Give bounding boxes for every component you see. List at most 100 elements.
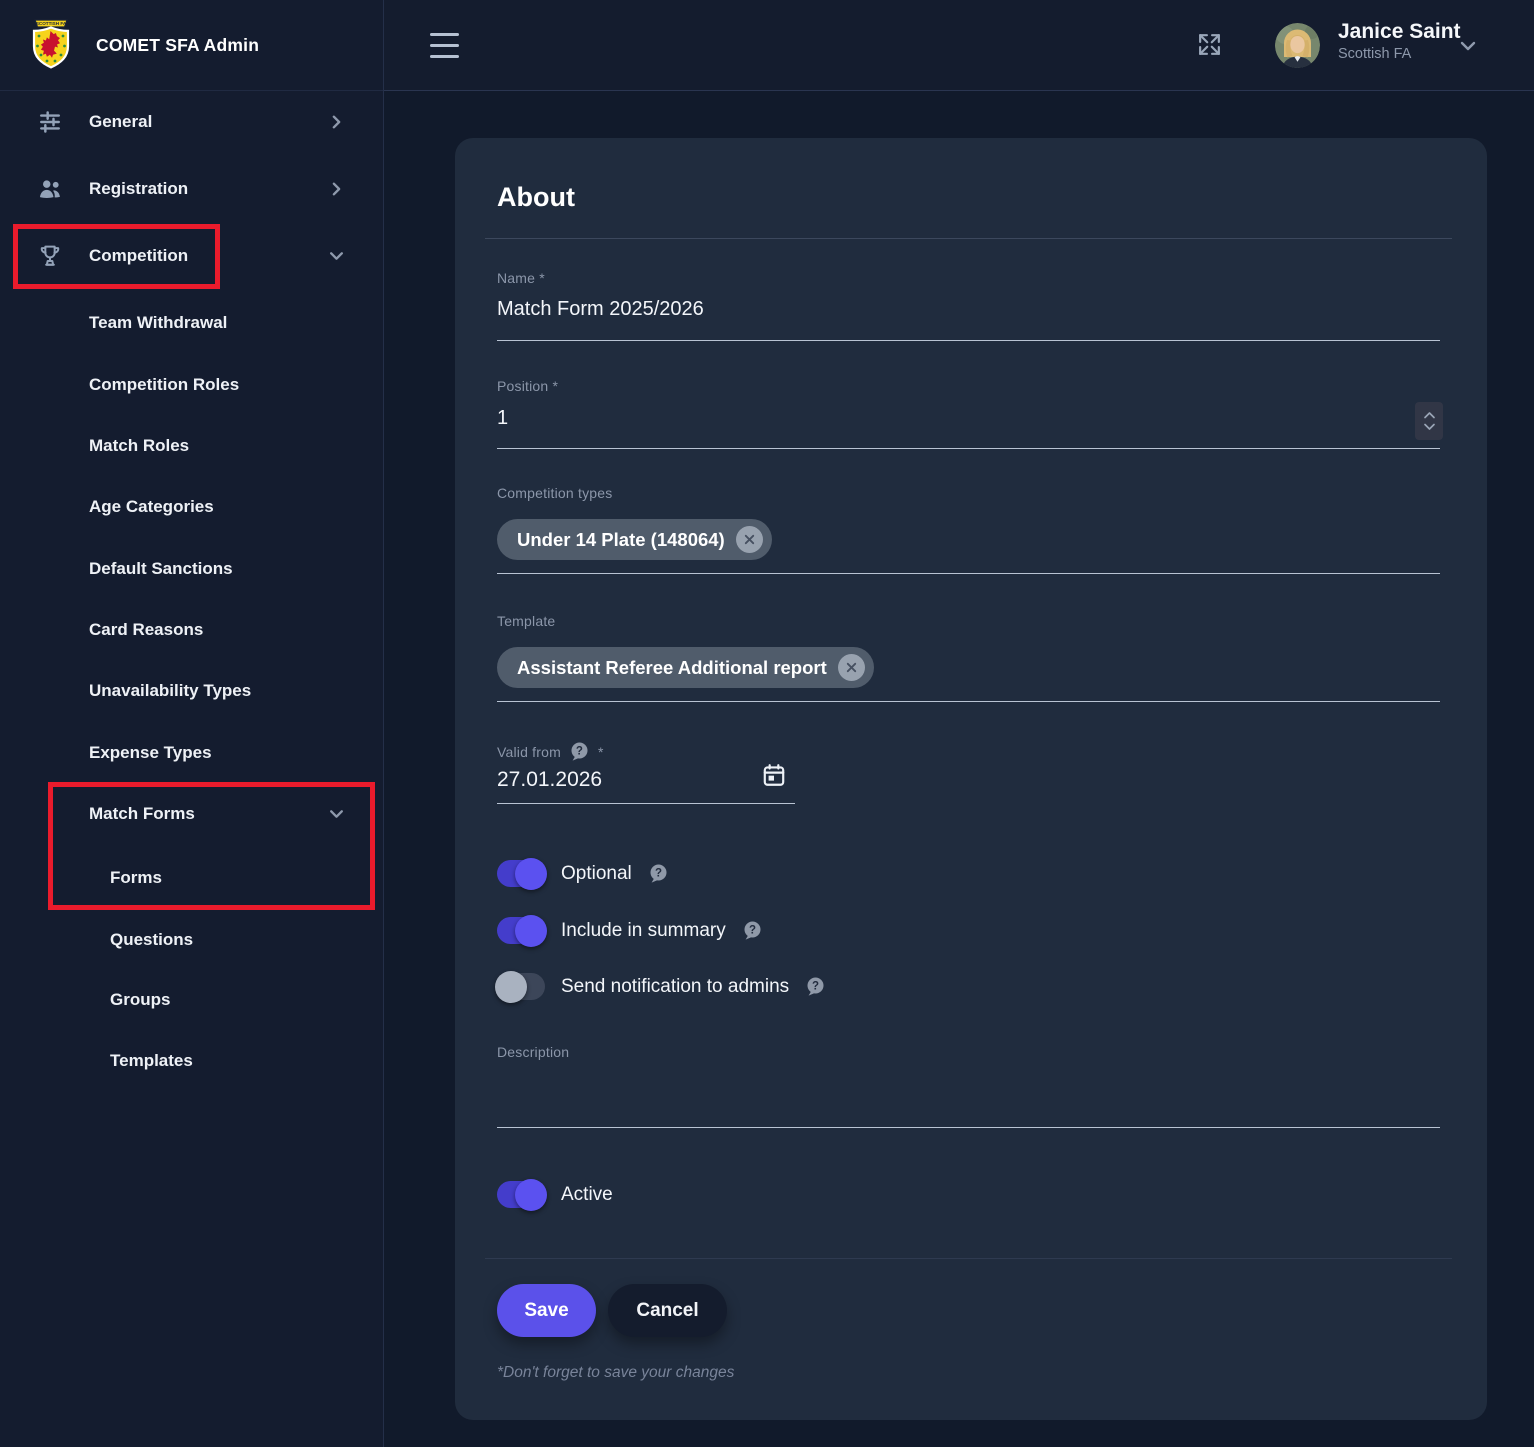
svg-text:?: ? <box>812 980 819 992</box>
sidebar-item-general[interactable]: General <box>0 98 383 146</box>
sidebar-item-label: General <box>89 112 152 132</box>
sidebar-item-label: Registration <box>89 179 188 199</box>
sidebar-item-label: Competition Roles <box>89 375 239 395</box>
sidebar-item-templates[interactable]: Templates <box>0 1037 383 1085</box>
sliders-icon <box>36 108 64 136</box>
sidebar-item-questions[interactable]: Questions <box>0 916 383 964</box>
sidebar-item-label: Templates <box>110 1051 193 1071</box>
svg-text:?: ? <box>576 745 583 757</box>
svg-text:?: ? <box>749 924 756 936</box>
help-icon[interactable]: ? <box>648 863 669 884</box>
sidebar-item-forms[interactable]: Forms <box>0 854 383 902</box>
name-label: Name * <box>497 270 545 286</box>
sidebar-header: SCOTTISH FA COMET SFA Admin <box>0 0 383 91</box>
chevron-down-icon <box>328 806 345 823</box>
sidebar-item-label: Forms <box>110 868 162 888</box>
chevron-down-icon[interactable] <box>1458 36 1478 56</box>
sidebar-item-label: Default Sanctions <box>89 559 233 579</box>
about-card: About Name * Match Form 2025/2026 Positi… <box>455 138 1487 1420</box>
stepper-up-down-icon[interactable] <box>1415 402 1443 440</box>
chevron-right-icon <box>328 114 345 131</box>
name-underline <box>497 340 1440 341</box>
valid-from-label-row: Valid from ? * <box>497 741 604 762</box>
description-input[interactable] <box>497 1066 1440 1124</box>
competition-type-chip[interactable]: Under 14 Plate (148064) <box>497 519 772 560</box>
description-label: Description <box>497 1044 569 1060</box>
user-name[interactable]: Janice Saint <box>1338 20 1461 44</box>
sidebar-item-label: Team Withdrawal <box>89 313 227 333</box>
chip-label: Assistant Referee Additional report <box>517 657 827 679</box>
active-toggle[interactable] <box>497 1181 545 1208</box>
sidebar-item-competition[interactable]: Competition <box>0 232 383 280</box>
footer-divider <box>485 1258 1452 1259</box>
sidebar-item-groups[interactable]: Groups <box>0 976 383 1024</box>
toggle-label: Active <box>561 1184 613 1206</box>
sidebar-item-label: Match Forms <box>89 804 195 824</box>
user-avatar[interactable] <box>1275 23 1320 68</box>
sidebar-item-label: Unavailability Types <box>89 681 251 701</box>
sidebar-item-label: Groups <box>110 990 170 1010</box>
position-underline <box>497 448 1440 449</box>
help-icon[interactable]: ? <box>805 976 826 997</box>
card-title: About <box>497 182 575 213</box>
competition-types-label: Competition types <box>497 485 612 501</box>
competition-types-chip-row: Under 14 Plate (148064) <box>497 519 772 560</box>
send-notification-toggle-row: Send notification to admins ? <box>497 973 826 1000</box>
sidebar-item-default-sanctions[interactable]: Default Sanctions <box>0 545 383 593</box>
send-notification-toggle[interactable] <box>497 973 545 1000</box>
template-chip[interactable]: Assistant Referee Additional report <box>497 647 874 688</box>
topbar: Janice Saint Scottish FA <box>384 0 1534 91</box>
active-toggle-row: Active <box>497 1181 613 1208</box>
sidebar-item-match-roles[interactable]: Match Roles <box>0 422 383 470</box>
expand-icon[interactable] <box>1196 31 1223 58</box>
sidebar-item-card-reasons[interactable]: Card Reasons <box>0 606 383 654</box>
description-underline <box>497 1127 1440 1128</box>
optional-toggle-row: Optional ? <box>497 860 669 887</box>
save-button[interactable]: Save <box>497 1284 596 1337</box>
toggle-label: Optional <box>561 863 632 885</box>
hamburger-icon[interactable] <box>430 33 459 58</box>
template-chip-row: Assistant Referee Additional report <box>497 647 874 688</box>
sidebar-item-unavailability-types[interactable]: Unavailability Types <box>0 667 383 715</box>
position-input[interactable]: 1 <box>497 407 508 430</box>
svg-text:?: ? <box>655 867 662 879</box>
app-title: COMET SFA Admin <box>96 35 259 56</box>
sidebar-item-label: Competition <box>89 246 188 266</box>
sidebar-item-expense-types[interactable]: Expense Types <box>0 729 383 777</box>
valid-from-underline <box>497 803 795 804</box>
sidebar-item-competition-roles[interactable]: Competition Roles <box>0 361 383 409</box>
title-divider <box>485 238 1452 239</box>
template-label: Template <box>497 613 555 629</box>
svg-text:SCOTTISH FA: SCOTTISH FA <box>36 21 67 26</box>
sidebar-item-label: Expense Types <box>89 743 212 763</box>
user-org: Scottish FA <box>1338 46 1411 62</box>
calendar-icon[interactable] <box>761 762 787 788</box>
include-in-summary-toggle[interactable] <box>497 917 545 944</box>
help-icon[interactable]: ? <box>742 920 763 941</box>
sidebar-item-age-categories[interactable]: Age Categories <box>0 483 383 531</box>
sidebar-item-registration[interactable]: Registration <box>0 165 383 213</box>
position-label: Position * <box>497 378 558 394</box>
trophy-icon <box>36 242 64 270</box>
cancel-button[interactable]: Cancel <box>608 1284 727 1337</box>
optional-toggle[interactable] <box>497 860 545 887</box>
sidebar-item-team-withdrawal[interactable]: Team Withdrawal <box>0 299 383 347</box>
sidebar-item-label: Match Roles <box>89 436 189 456</box>
template-underline <box>497 701 1440 702</box>
x-circle-icon[interactable] <box>736 526 763 553</box>
required-mark: * <box>598 744 604 760</box>
valid-from-input[interactable]: 27.01.2026 <box>497 768 602 792</box>
app-window: SCOTTISH FA COMET SFA Admin General <box>0 0 1534 1447</box>
x-circle-icon[interactable] <box>838 654 865 681</box>
help-icon[interactable]: ? <box>569 741 590 762</box>
chevron-right-icon <box>328 181 345 198</box>
sidebar-item-label: Questions <box>110 930 193 950</box>
chevron-down-icon <box>328 248 345 265</box>
name-input[interactable]: Match Form 2025/2026 <box>497 298 704 321</box>
sidebar-item-label: Card Reasons <box>89 620 203 640</box>
sidebar: SCOTTISH FA COMET SFA Admin General <box>0 0 384 1447</box>
competition-types-underline <box>497 573 1440 574</box>
sidebar-item-match-forms[interactable]: Match Forms <box>0 790 383 838</box>
include-in-summary-toggle-row: Include in summary ? <box>497 917 763 944</box>
toggle-label: Include in summary <box>561 920 726 942</box>
